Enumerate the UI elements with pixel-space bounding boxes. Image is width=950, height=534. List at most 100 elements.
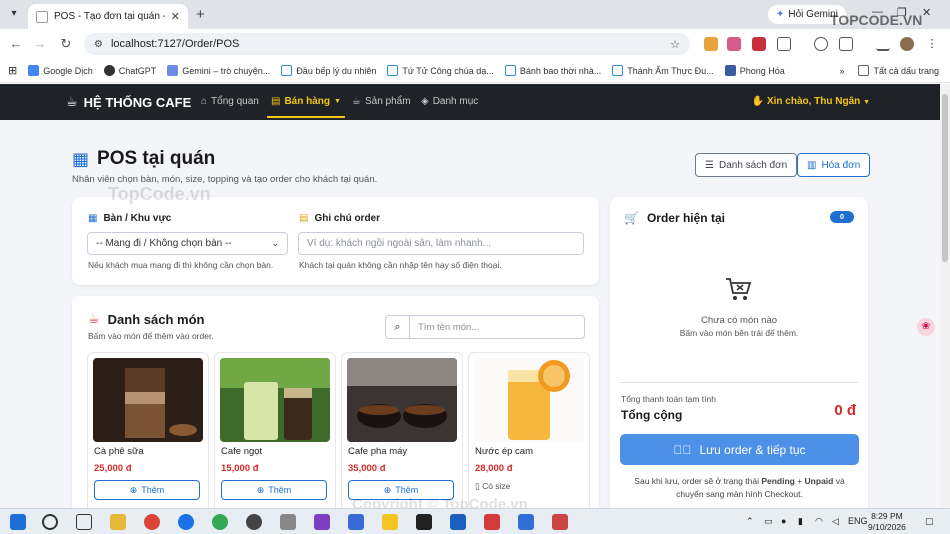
app-icon[interactable] xyxy=(348,514,364,530)
store-icon: ▦ xyxy=(72,148,90,169)
download-icon[interactable] xyxy=(876,37,890,51)
site-info-icon[interactable]: ⚙ xyxy=(94,39,103,50)
bookmark-star-icon[interactable]: ☆ xyxy=(670,38,680,51)
tray-icon[interactable]: ▭ xyxy=(764,516,773,527)
close-tab-icon[interactable]: ✕ xyxy=(171,10,180,23)
microphone-icon[interactable]: ● xyxy=(781,516,786,526)
coffee-mug-icon: ☕ xyxy=(88,311,100,326)
bookmark-label: Gemini – trò chuyện... xyxy=(182,65,271,76)
add-product-button[interactable]: ⊕ Thêm xyxy=(221,480,327,500)
table-label: ▦ Bàn / Khu vực xyxy=(88,213,171,224)
reload-icon[interactable]: ↻ xyxy=(58,36,74,52)
bookmarks-overflow-icon[interactable]: » xyxy=(839,66,844,76)
visual-studio-icon[interactable] xyxy=(314,514,330,530)
total-label: Tổng cộng xyxy=(621,408,683,422)
app-navbar: ☕ HỆ THỐNG CAFE ⌂ Tổng quan ▤ Bán hàng ▼ ☕ S… xyxy=(0,84,940,120)
notifications-icon[interactable]: ▢ xyxy=(925,516,934,527)
bookmark-label: ChatGPT xyxy=(118,65,157,76)
clock-date: 9/10/2026 xyxy=(868,522,906,532)
gemini-icon xyxy=(167,65,179,76)
windows-start-icon[interactable] xyxy=(10,514,26,530)
obs-icon[interactable] xyxy=(246,514,262,530)
close-window-icon[interactable]: ✕ xyxy=(922,6,931,19)
note-input[interactable]: Ví dụ: khách ngồi ngoài sân, làm nhanh..… xyxy=(298,232,584,255)
bookmark-item[interactable]: Tứ Tử Công chúa dạ... xyxy=(387,65,494,76)
new-tab-icon[interactable]: + xyxy=(196,6,205,23)
brand[interactable]: ☕ HỆ THỐNG CAFE xyxy=(66,94,191,110)
nav-item-overview[interactable]: ⌂ Tổng quan xyxy=(201,96,259,107)
note-plus: + xyxy=(794,476,805,486)
nav-item-sales[interactable]: ▤ Bán hàng ▼ xyxy=(267,96,345,118)
bookmark-item[interactable]: Google Dịch xyxy=(28,65,93,76)
search-icon[interactable] xyxy=(42,514,58,530)
menu-search-input[interactable]: ⌕ Tìm tên món... xyxy=(385,315,585,339)
extension-icon[interactable] xyxy=(727,37,741,51)
profile-sync-icon[interactable] xyxy=(814,37,828,51)
plus-circle-icon: ⊕ xyxy=(129,484,138,495)
nav-item-products[interactable]: ☕ Sản phẩm xyxy=(352,96,411,107)
divider xyxy=(620,382,858,383)
chevron-up-icon[interactable]: ⌃ xyxy=(746,516,754,527)
bookmark-item[interactable]: Phong Hóa xyxy=(724,65,785,76)
zalo-icon[interactable] xyxy=(178,514,194,530)
language-indicator[interactable]: ENG xyxy=(848,516,868,526)
shield-extension-icon[interactable] xyxy=(752,37,766,51)
table-select[interactable]: -- Mang đi / Không chọn bàn -- ⌄ xyxy=(87,232,288,255)
chevron-down-icon: ▼ xyxy=(863,99,870,106)
volume-icon[interactable]: ◁ xyxy=(832,516,839,527)
address-bar[interactable]: ⚙ localhost:7127/Order/POS ☆ xyxy=(84,33,690,55)
bookmark-item[interactable]: Bánh bao thời nhà... xyxy=(504,65,601,76)
task-view-icon[interactable] xyxy=(76,514,92,530)
product-card[interactable]: Cafe pha máy 35,000 đ ⊕ Thêm xyxy=(341,352,463,508)
app-icon[interactable] xyxy=(552,514,568,530)
save-order-note: Sau khi lưu, order sẽ ở trạng thái Pendi… xyxy=(620,475,859,501)
terminal-icon[interactable] xyxy=(416,514,432,530)
table-grid-icon: ▦ xyxy=(88,213,98,224)
file-explorer-icon[interactable] xyxy=(110,514,126,530)
floating-extension-icon[interactable]: ❀ xyxy=(917,318,935,336)
chrome-icon[interactable] xyxy=(144,514,160,530)
note-icon: ▤ xyxy=(299,213,309,224)
product-card[interactable]: Nước ép cam 28,000 đ ▯ Có size xyxy=(468,352,590,508)
bookmark-item[interactable]: Gemini – trò chuyện... xyxy=(167,65,270,76)
product-card[interactable]: Cà phê sữa 25,000 đ ⊕ Thêm xyxy=(87,352,209,508)
apps-grid-icon[interactable]: ⊞ xyxy=(8,64,17,77)
greeting-text: Xin chào, Thu Ngân xyxy=(766,96,861,107)
folder-icon xyxy=(387,65,399,76)
trash-icon[interactable] xyxy=(839,37,853,51)
add-product-button[interactable]: ⊕ Thêm xyxy=(94,480,200,500)
browser-menu-icon[interactable]: ⋮ xyxy=(925,37,939,51)
nav-item-categories[interactable]: ◈ Danh mục xyxy=(421,96,478,107)
app-icon[interactable] xyxy=(518,514,534,530)
all-bookmarks[interactable]: Tất cả dấu trang xyxy=(858,65,939,76)
avatar[interactable] xyxy=(900,37,914,51)
app-icon[interactable] xyxy=(484,514,500,530)
extensions-puzzle-icon[interactable] xyxy=(777,37,791,51)
chrome-icon[interactable] xyxy=(212,514,228,530)
forward-icon[interactable]: → xyxy=(32,36,48,51)
home-icon: ⌂ xyxy=(201,96,208,107)
bookmark-item[interactable]: ChatGPT xyxy=(103,65,157,76)
bookmark-item[interactable]: Thánh Ẩm Thực Đu... xyxy=(612,65,714,76)
battery-icon[interactable]: ▮ xyxy=(798,516,803,527)
page-scrollbar[interactable] xyxy=(940,84,950,508)
scrollbar-thumb[interactable] xyxy=(942,94,948,262)
save-order-button[interactable]: ✓⃝ Lưu order & tiếp tục xyxy=(620,434,859,465)
order-summary-area: Tổng thanh toán tạm tính Tổng cộng 0 đ ✓… xyxy=(610,120,868,508)
app-icon[interactable] xyxy=(382,514,398,530)
size-note-text: Có size xyxy=(482,481,511,491)
user-menu[interactable]: ✋ Xin chào, Thu Ngân ▼ xyxy=(752,96,870,107)
extension-icon[interactable] xyxy=(704,37,718,51)
taskbar-clock[interactable]: 8:29 PM 9/10/2026 xyxy=(868,511,906,533)
sql-server-icon[interactable] xyxy=(450,514,466,530)
browser-tab[interactable]: POS - Tạo đơn tại quán - Cafe M ✕ xyxy=(28,4,188,29)
app-icon[interactable] xyxy=(280,514,296,530)
product-price: 15,000 đ xyxy=(221,463,259,474)
wifi-icon[interactable]: ◠ xyxy=(815,516,823,527)
tab-search-icon[interactable]: ▾ xyxy=(6,6,22,22)
chevron-down-icon: ⌄ xyxy=(271,238,279,248)
gemini-icon: ✦ xyxy=(776,9,785,20)
product-card[interactable]: Cafe ngọt 15,000 đ ⊕ Thêm xyxy=(214,352,336,508)
bookmark-item[interactable]: Đầu bếp lý du nhiên xyxy=(281,65,376,76)
back-icon[interactable]: ← xyxy=(8,36,24,51)
